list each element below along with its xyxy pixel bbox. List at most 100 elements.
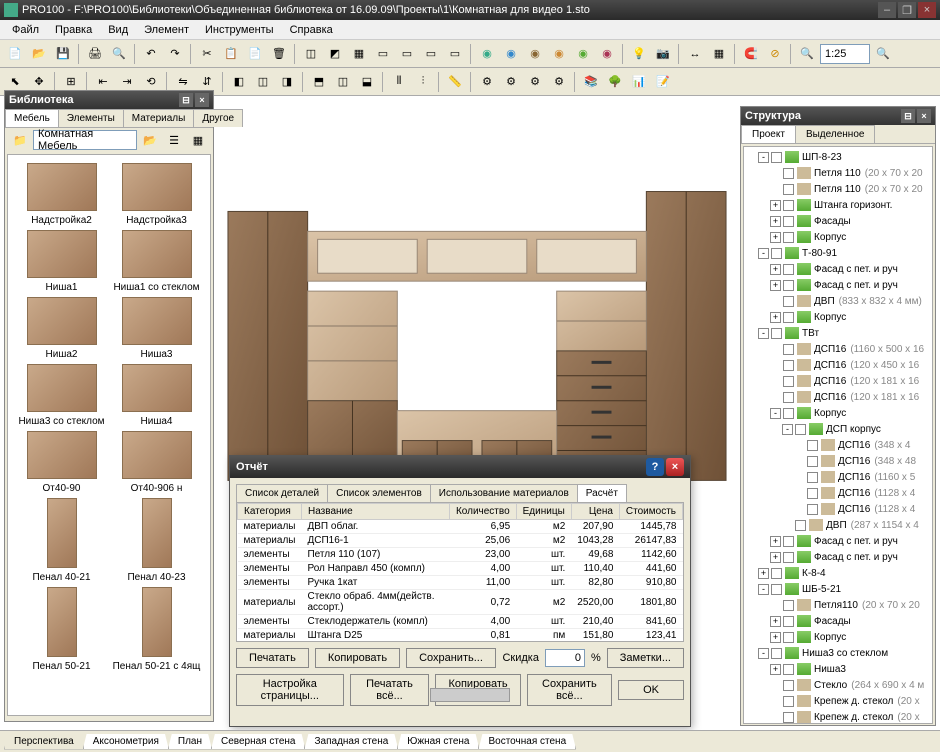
tree-node[interactable]: ДВП(287 x 1154 x 4 — [746, 517, 930, 533]
print-button[interactable]: Печатать — [236, 648, 309, 668]
library-pin-icon[interactable]: ⊟ — [179, 93, 193, 107]
tree-checkbox[interactable] — [783, 392, 794, 403]
tree-node[interactable]: +Фасады — [746, 613, 930, 629]
tree-checkbox[interactable] — [783, 344, 794, 355]
copy-button[interactable]: Копировать — [315, 648, 400, 668]
tree-node[interactable]: +Штанга горизонт. — [746, 197, 930, 213]
discount-input[interactable] — [545, 649, 585, 667]
table-row[interactable]: элементыРол Направл 450 (компл)4,00шт.11… — [238, 562, 683, 576]
tree-checkbox[interactable] — [795, 424, 806, 435]
view-wall-w-icon[interactable]: ▭ — [396, 43, 418, 65]
align-top-icon[interactable]: ⬒ — [308, 71, 330, 93]
report-table-container[interactable]: КатегорияНазваниеКоличествоЕдиницыЦенаСт… — [236, 502, 684, 642]
tree-checkbox[interactable] — [807, 488, 818, 499]
tree-node[interactable]: ДВП(833 x 832 x 4 мм) — [746, 293, 930, 309]
library-item[interactable]: Надстройка2 — [16, 163, 107, 226]
table-header[interactable]: Количество — [449, 504, 516, 520]
report-close-icon[interactable]: × — [666, 458, 684, 476]
copy-icon[interactable]: 📋 — [220, 43, 242, 65]
camera-icon[interactable]: 📷 — [652, 43, 674, 65]
tree-checkbox[interactable] — [783, 408, 794, 419]
view-wall-s-icon[interactable]: ▭ — [420, 43, 442, 65]
menu-help[interactable]: Справка — [282, 21, 341, 39]
align-mid-icon[interactable]: ◫ — [332, 71, 354, 93]
view-list-icon[interactable]: ☰ — [163, 129, 185, 151]
tree-checkbox[interactable] — [783, 536, 794, 547]
structure-header[interactable]: Структура ⊟ × — [741, 107, 935, 125]
distribute-v-icon[interactable]: ⫶ — [412, 71, 434, 93]
view-wall-n-icon[interactable]: ▭ — [372, 43, 394, 65]
shade-4-icon[interactable]: ◉ — [548, 43, 570, 65]
shade-2-icon[interactable]: ◉ — [500, 43, 522, 65]
tree-node[interactable]: -Корпус — [746, 405, 930, 421]
tree-checkbox[interactable] — [807, 456, 818, 467]
view-persp-icon[interactable]: ◫ — [300, 43, 322, 65]
expand-icon[interactable]: - — [782, 424, 793, 435]
menu-tools[interactable]: Инструменты — [197, 21, 282, 39]
menu-edit[interactable]: Правка — [47, 21, 100, 39]
expand-icon[interactable]: + — [770, 552, 781, 563]
light-icon[interactable]: 💡 — [628, 43, 650, 65]
expand-icon[interactable]: + — [770, 536, 781, 547]
library-item[interactable]: Пенал 50-21 с 4ящ — [111, 587, 202, 672]
library-item[interactable]: Ниша3 — [111, 297, 202, 360]
library-item[interactable]: Ниша1 — [16, 230, 107, 293]
minimize-button[interactable]: – — [878, 2, 896, 18]
zoom-input[interactable] — [820, 44, 870, 64]
shade-1-icon[interactable]: ◉ — [476, 43, 498, 65]
tree-node[interactable]: Петля 110(20 x 70 x 20 — [746, 181, 930, 197]
open-icon[interactable]: 📂 — [28, 43, 50, 65]
tree-checkbox[interactable] — [783, 232, 794, 243]
tree-checkbox[interactable] — [771, 328, 782, 339]
tree-checkbox[interactable] — [783, 280, 794, 291]
snap-icon[interactable]: 🧲 — [740, 43, 762, 65]
library-folder-combo[interactable]: Комнатная Мебель — [33, 130, 137, 150]
tools-3-icon[interactable]: ⚙ — [524, 71, 546, 93]
tree-node[interactable]: Крепеж д. стекол(20 x — [746, 693, 930, 709]
expand-icon[interactable]: + — [770, 312, 781, 323]
page-setup-button[interactable]: Настройка страницы... — [236, 674, 344, 706]
view-axon-icon[interactable]: ◩ — [324, 43, 346, 65]
tree-node[interactable]: +Корпус — [746, 309, 930, 325]
up-folder-icon[interactable]: 📂 — [139, 129, 161, 151]
tree-node[interactable]: Петля 110(20 x 70 x 20 — [746, 165, 930, 181]
save-all-button[interactable]: Сохранить всё... — [527, 674, 612, 706]
expand-icon[interactable]: + — [770, 632, 781, 643]
table-header[interactable]: Единицы — [516, 504, 571, 520]
library-close-icon[interactable]: × — [195, 93, 209, 107]
tree-node[interactable]: ДСП16(348 x 48 — [746, 453, 930, 469]
table-header[interactable]: Цена — [571, 504, 619, 520]
cut-icon[interactable]: ✂ — [196, 43, 218, 65]
tree-node[interactable]: +Ниша3 — [746, 661, 930, 677]
library-item[interactable]: От40-90 — [16, 431, 107, 494]
shade-6-icon[interactable]: ◉ — [596, 43, 618, 65]
tree-node[interactable]: ДСП16(1128 x 4 — [746, 501, 930, 517]
expand-icon[interactable]: + — [770, 216, 781, 227]
menu-file[interactable]: Файл — [4, 21, 47, 39]
measure-icon[interactable]: 📏 — [444, 71, 466, 93]
tree-node[interactable]: ДСП16(348 x 4 — [746, 437, 930, 453]
tree-node[interactable]: -ШБ-5-21 — [746, 581, 930, 597]
tree-checkbox[interactable] — [771, 152, 782, 163]
tree-node[interactable]: ДСП16(1160 x 5 — [746, 469, 930, 485]
tree-checkbox[interactable] — [771, 568, 782, 579]
expand-icon[interactable]: - — [758, 248, 769, 259]
tree-checkbox[interactable] — [807, 504, 818, 515]
library-item[interactable]: Пенал 40-21 — [16, 498, 107, 583]
tree-checkbox[interactable] — [783, 632, 794, 643]
expand-icon[interactable]: - — [770, 408, 781, 419]
horizontal-scrollbar[interactable] — [430, 688, 510, 702]
grid-icon[interactable]: ▦ — [708, 43, 730, 65]
tree-node[interactable]: +К-8-4 — [746, 565, 930, 581]
view-tab[interactable]: План — [168, 734, 212, 750]
tree-node[interactable]: -ТВт — [746, 325, 930, 341]
tree-checkbox[interactable] — [783, 296, 794, 307]
expand-icon[interactable]: + — [770, 280, 781, 291]
tree-checkbox[interactable] — [783, 264, 794, 275]
tools-4-icon[interactable]: ⚙ — [548, 71, 570, 93]
delete-icon[interactable]: 🗑 — [268, 43, 290, 65]
print-icon[interactable]: 🖨 — [84, 43, 106, 65]
library-item[interactable]: Ниша3 со стеклом — [16, 364, 107, 427]
tree-checkbox[interactable] — [783, 360, 794, 371]
report-icon[interactable]: 📊 — [628, 71, 650, 93]
